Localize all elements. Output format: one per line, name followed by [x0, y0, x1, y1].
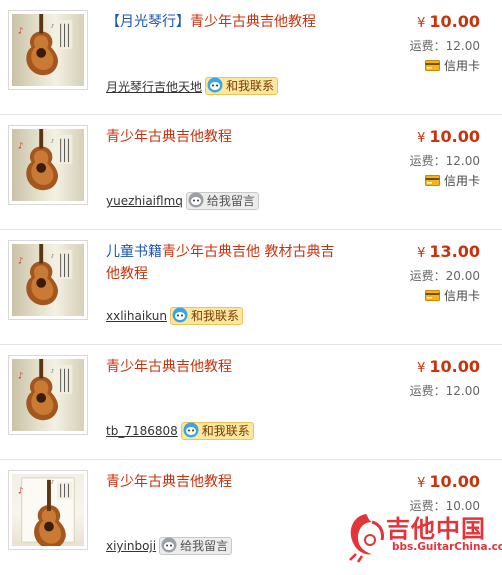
title-prefix[interactable]: 儿童书籍: [106, 244, 162, 260]
contact-me-button[interactable]: 和我联系: [180, 422, 254, 440]
price: ¥10.00: [417, 472, 480, 491]
svg-text:♪: ♪: [18, 486, 24, 496]
price: ¥10.00: [417, 357, 480, 376]
price: ¥10.00: [417, 12, 480, 31]
price-amount: 10.00: [429, 357, 480, 376]
contact-label: 和我联系: [201, 424, 250, 438]
svg-text:♪: ♪: [51, 24, 54, 30]
price-amount: 10.00: [429, 127, 480, 146]
credit-card-badge: 信用卡: [424, 172, 480, 189]
contact-me-button[interactable]: 和我联系: [205, 77, 279, 95]
product-thumbnail[interactable]: ♪ ♪: [8, 10, 88, 90]
svg-text:♪: ♪: [51, 369, 54, 375]
price-amount: 10.00: [429, 12, 480, 31]
svg-text:♪: ♪: [18, 371, 24, 381]
guitar-book-cover-icon: ♪ ♪: [18, 14, 73, 76]
wangwang-chat-icon: [207, 77, 223, 93]
credit-card-icon: [424, 175, 440, 186]
shipping-fee: 运费：12.00: [409, 384, 480, 398]
shipping-fee: 运费：12.00: [409, 39, 480, 53]
product-thumbnail[interactable]: ♪ ♪: [8, 240, 88, 320]
shipping-fee: 运费：12.00: [409, 154, 480, 168]
wangwang-chat-icon: [188, 192, 204, 208]
price: ¥13.00: [417, 242, 480, 261]
product-title-link[interactable]: 青少年古典吉他教程: [106, 126, 346, 148]
product-title-link[interactable]: 儿童书籍青少年古典吉他 教材古典吉他教程: [106, 241, 346, 285]
credit-card-badge: 信用卡: [424, 57, 480, 74]
currency-symbol: ¥: [417, 16, 426, 31]
leave-message-button[interactable]: 给我留言: [159, 537, 233, 555]
site-watermark: 吉他中国 bbs.GuitarChina.com: [346, 508, 502, 564]
svg-text:♪: ♪: [18, 256, 24, 266]
product-title-link[interactable]: 青少年古典吉他教程: [106, 471, 346, 493]
contact-label: 给我留言: [206, 194, 255, 208]
contact-label: 和我联系: [190, 309, 239, 323]
credit-card-badge: 信用卡: [424, 287, 480, 304]
title-text[interactable]: 青少年古典吉他教程: [190, 14, 316, 30]
guitar-book-cover-icon: ♪ ♪: [18, 359, 73, 421]
guitar-book-cover-icon: ♪ ♪: [18, 244, 73, 306]
credit-card-icon: [424, 290, 440, 301]
seller-row: 月光琴行吉他天地 和我联系: [106, 76, 279, 96]
payment-label: 信用卡: [443, 174, 480, 188]
guitar-scorpion-logo-icon: [349, 514, 384, 563]
listing-item: ♪ ♪ 儿童书籍青少年古典吉他 教材古典吉他教程 xxlihaikun 和我联系…: [0, 230, 502, 345]
guitar-book-cover-icon: ♪ ♪: [18, 477, 75, 546]
payment-label: 信用卡: [443, 59, 480, 73]
seller-row: xiyinboji 给我留言: [106, 536, 233, 556]
product-thumbnail[interactable]: ♪ ♪: [8, 125, 88, 205]
seller-name-link[interactable]: xxlihaikun: [106, 309, 167, 323]
currency-symbol: ¥: [417, 361, 426, 376]
contact-me-button[interactable]: 和我联系: [169, 307, 243, 325]
wangwang-chat-icon: [172, 307, 188, 323]
title-prefix[interactable]: 【月光琴行】: [106, 14, 190, 30]
svg-text:♪: ♪: [51, 254, 54, 260]
svg-text:♪: ♪: [18, 141, 24, 151]
product-title-link[interactable]: 青少年古典吉他教程: [106, 356, 346, 378]
title-text[interactable]: 青少年古典吉他教程: [106, 129, 232, 145]
credit-card-icon: [424, 60, 440, 71]
payment-label: 信用卡: [443, 289, 480, 303]
guitar-book-cover-icon: ♪ ♪: [18, 129, 73, 191]
price: ¥10.00: [417, 127, 480, 146]
seller-name-link[interactable]: tb_7186808: [106, 424, 178, 438]
shipping-fee: 运费：20.00: [409, 269, 480, 283]
seller-row: tb_7186808 和我联系: [106, 421, 254, 441]
product-thumbnail[interactable]: ♪ ♪: [8, 470, 88, 550]
title-text[interactable]: 青少年古典吉他教程: [106, 474, 232, 490]
seller-row: yuezhiaiflmq 给我留言: [106, 191, 259, 211]
seller-name-link[interactable]: yuezhiaiflmq: [106, 194, 183, 208]
seller-name-link[interactable]: 月光琴行吉他天地: [106, 78, 202, 95]
svg-text:♪: ♪: [18, 26, 24, 36]
search-results-list: ♪ ♪ 【月光琴行】青少年古典吉他教程 月光琴行吉他天地 和我联系 ¥10.00…: [0, 0, 502, 575]
price-amount: 10.00: [429, 472, 480, 491]
listing-item: ♪ ♪ 【月光琴行】青少年古典吉他教程 月光琴行吉他天地 和我联系 ¥10.00…: [0, 0, 502, 115]
product-title-link[interactable]: 【月光琴行】青少年古典吉他教程: [106, 11, 346, 33]
wangwang-chat-icon: [183, 422, 199, 438]
svg-text:♪: ♪: [51, 139, 54, 145]
watermark-text: 吉他中国: [386, 515, 486, 543]
leave-message-button[interactable]: 给我留言: [185, 192, 259, 210]
listing-item: ♪ ♪ 青少年古典吉他教程 yuezhiaiflmq 给我留言 ¥10.00 运…: [0, 115, 502, 230]
currency-symbol: ¥: [417, 131, 426, 146]
product-thumbnail[interactable]: ♪ ♪: [8, 355, 88, 435]
title-text[interactable]: 青少年古典吉他教程: [106, 359, 232, 375]
svg-text:♪: ♪: [51, 480, 54, 486]
price-amount: 13.00: [429, 242, 480, 261]
watermark-url: bbs.GuitarChina.com: [392, 541, 502, 553]
currency-symbol: ¥: [417, 246, 426, 261]
wangwang-chat-icon: [161, 537, 177, 553]
seller-row: xxlihaikun 和我联系: [106, 306, 243, 326]
listing-item: ♪ ♪ 青少年古典吉他教程 tb_7186808 和我联系 ¥10.00 运费：…: [0, 345, 502, 460]
seller-name-link[interactable]: xiyinboji: [106, 539, 156, 553]
contact-label: 和我联系: [226, 79, 275, 93]
contact-label: 给我留言: [180, 539, 229, 553]
currency-symbol: ¥: [417, 476, 426, 491]
